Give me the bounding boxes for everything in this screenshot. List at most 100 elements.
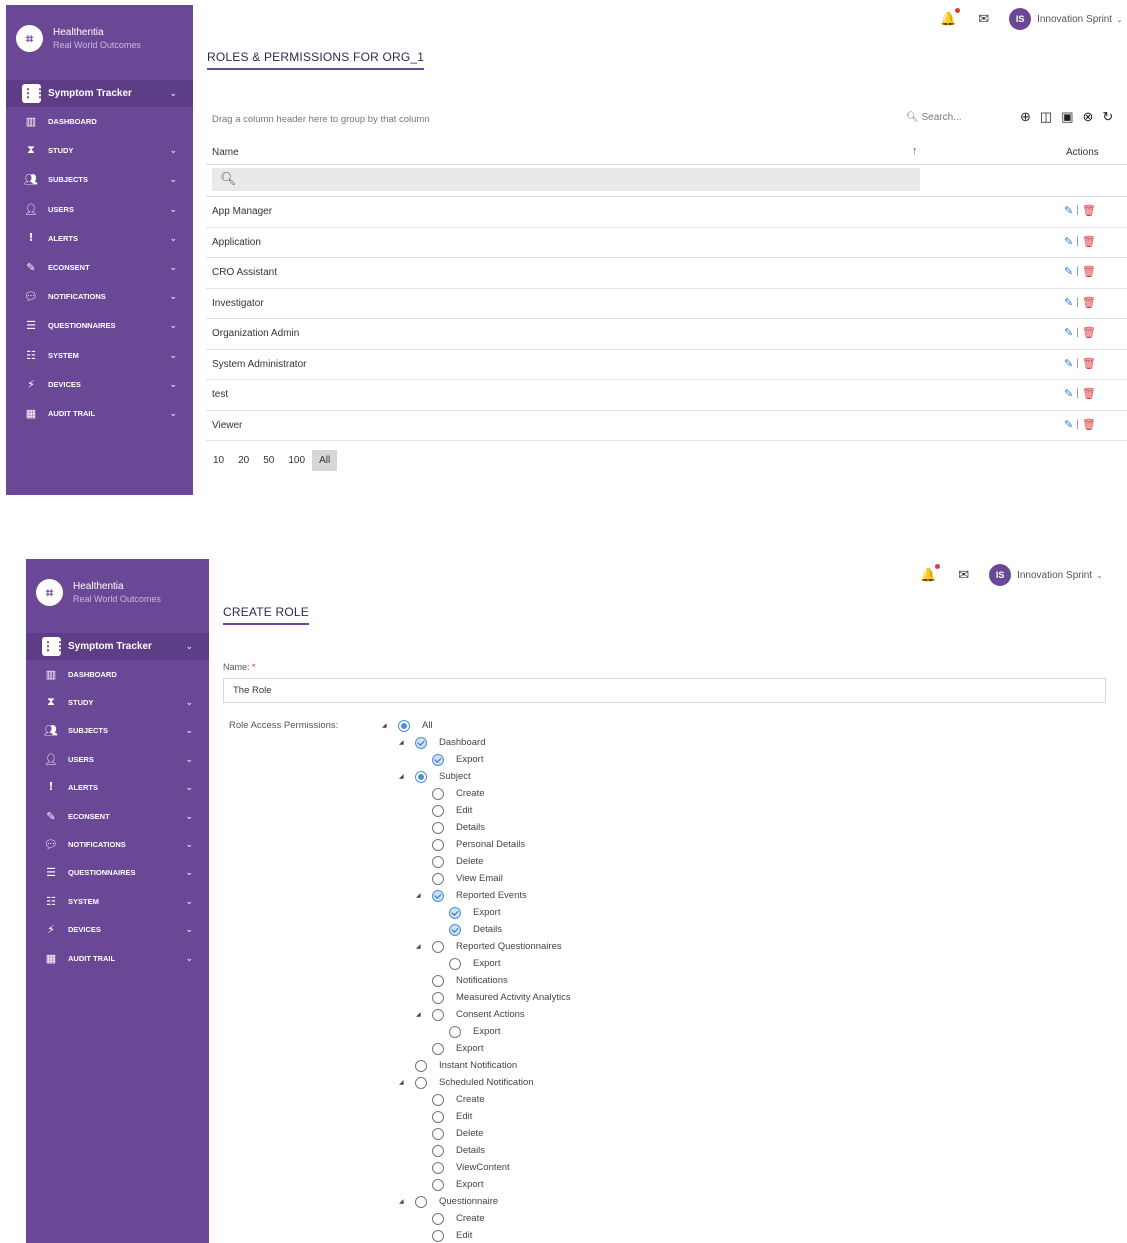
tree-node[interactable]: Delete xyxy=(432,853,483,870)
tree-node[interactable]: Scheduled Notification xyxy=(415,1074,534,1091)
permission-checkbox[interactable] xyxy=(449,957,461,970)
permission-checkbox[interactable] xyxy=(398,719,410,732)
table-row[interactable]: test ✎ | 🗑︎ xyxy=(206,380,1127,411)
sidebar-item-dashboard[interactable]: ▥ DASHBOARD xyxy=(6,107,193,136)
tree-node[interactable]: Questionnaire xyxy=(415,1193,498,1210)
tree-node[interactable]: Notifications xyxy=(432,972,508,989)
permission-checkbox[interactable] xyxy=(432,1042,444,1055)
permission-checkbox[interactable] xyxy=(432,974,444,987)
column-chooser-icon[interactable]: ◫ xyxy=(1040,109,1052,125)
sidebar-item-econsent[interactable]: ✎ ECONSENT ⌄ xyxy=(6,253,193,282)
sidebar-item-questionnaires[interactable]: ☰ QUESTIONNAIRES ⌄ xyxy=(6,311,193,340)
avatar[interactable]: IS xyxy=(1009,8,1032,30)
tree-node[interactable]: ViewContent xyxy=(432,1159,510,1176)
edit-icon[interactable]: ✎ xyxy=(1064,418,1073,431)
permission-checkbox[interactable] xyxy=(432,753,444,766)
tree-node[interactable]: Reported Events xyxy=(432,887,527,904)
permission-checkbox[interactable] xyxy=(432,1008,444,1021)
table-row[interactable]: App Manager ✎ | 🗑︎ xyxy=(206,197,1127,228)
table-row[interactable]: System Administrator ✎ | 🗑︎ xyxy=(206,350,1127,380)
page-size-option[interactable]: 50 xyxy=(256,450,281,471)
permission-checkbox[interactable] xyxy=(432,804,444,817)
permission-checkbox[interactable] xyxy=(449,906,461,919)
permission-checkbox[interactable] xyxy=(432,1144,444,1157)
permission-checkbox[interactable] xyxy=(432,1229,444,1242)
tree-expander-icon[interactable]: ◢ xyxy=(399,739,404,746)
tree-node[interactable]: Export xyxy=(449,904,500,921)
sidebar-item-devices[interactable]: ⚡︎ DEVICES ⌄ xyxy=(6,370,193,399)
tree-node[interactable]: Edit xyxy=(432,1227,472,1243)
permission-checkbox[interactable] xyxy=(415,770,427,783)
tree-node[interactable]: Create xyxy=(432,785,485,802)
permission-checkbox[interactable] xyxy=(432,838,444,851)
sort-asc-icon[interactable]: ↑ xyxy=(912,145,918,157)
tree-node[interactable]: Delete xyxy=(432,1125,483,1142)
mail-icon[interactable]: ✉ xyxy=(978,11,989,27)
clear-icon[interactable]: ⊗ xyxy=(1083,109,1094,125)
permission-checkbox[interactable] xyxy=(449,1025,461,1038)
delete-icon[interactable]: 🗑︎ xyxy=(1082,418,1096,431)
tree-expander-icon[interactable]: ◢ xyxy=(416,892,421,899)
edit-icon[interactable]: ✎ xyxy=(1064,326,1073,339)
page-size-option[interactable]: All xyxy=(312,450,338,471)
sidebar-item-subjects[interactable]: 👥︎ SUBJECTS ⌄ xyxy=(6,165,193,194)
delete-icon[interactable]: 🗑︎ xyxy=(1082,326,1096,339)
tree-node[interactable]: Create xyxy=(432,1091,485,1108)
tree-expander-icon[interactable]: ◢ xyxy=(399,1198,404,1205)
permission-checkbox[interactable] xyxy=(415,1059,427,1072)
delete-icon[interactable]: 🗑︎ xyxy=(1082,296,1096,309)
tree-node[interactable]: View Email xyxy=(432,870,503,887)
table-row[interactable]: CRO Assistant ✎ | 🗑︎ xyxy=(206,258,1127,289)
tree-node[interactable]: Create xyxy=(432,1210,485,1227)
permission-checkbox[interactable] xyxy=(415,736,427,749)
bell-icon[interactable]: 🔔 xyxy=(940,8,961,27)
permission-checkbox[interactable] xyxy=(432,1127,444,1140)
edit-icon[interactable]: ✎ xyxy=(1064,387,1073,400)
sidebar-item-study[interactable]: ⧗ STUDY ⌄ xyxy=(6,136,193,165)
tree-expander-icon[interactable]: ◢ xyxy=(382,722,387,729)
export-icon[interactable]: ▣ xyxy=(1061,109,1073,125)
tree-node[interactable]: Details xyxy=(449,921,502,938)
permission-checkbox[interactable] xyxy=(432,1110,444,1123)
permission-checkbox[interactable] xyxy=(449,923,461,936)
page-size-option[interactable]: 20 xyxy=(231,450,256,471)
permission-checkbox[interactable] xyxy=(432,991,444,1004)
sidebar-item-notifications[interactable]: 💬︎ NOTIFICATIONS ⌄ xyxy=(6,282,193,311)
add-icon[interactable]: ⊕ xyxy=(1020,109,1031,125)
tree-node[interactable]: Subject xyxy=(415,768,471,785)
permission-checkbox[interactable] xyxy=(415,1076,427,1089)
tree-node[interactable]: Details xyxy=(432,819,485,836)
tree-node[interactable]: Measured Activity Analytics xyxy=(432,989,571,1006)
group-panel-hint[interactable]: Drag a column header here to group by th… xyxy=(212,114,430,125)
page-size-option[interactable]: 10 xyxy=(206,450,231,471)
page-size-option[interactable]: 100 xyxy=(281,450,312,471)
symptom-tracker-selector[interactable]: ⋮⋮⋮ Symptom Tracker ⌄ xyxy=(6,80,193,107)
permission-checkbox[interactable] xyxy=(432,1178,444,1191)
user-name[interactable]: Innovation Sprint xyxy=(1037,14,1112,25)
chevron-down-icon[interactable]: ⌄ xyxy=(1116,15,1123,24)
permission-checkbox[interactable] xyxy=(432,1212,444,1225)
permission-checkbox[interactable] xyxy=(432,821,444,834)
permission-checkbox[interactable] xyxy=(432,889,444,902)
search-input[interactable]: 🔍︎ Search... xyxy=(906,112,962,123)
edit-icon[interactable]: ✎ xyxy=(1064,265,1073,278)
delete-icon[interactable]: 🗑︎ xyxy=(1082,235,1096,248)
tree-node[interactable]: Export xyxy=(432,751,483,768)
table-row[interactable]: Investigator ✎ | 🗑︎ xyxy=(206,289,1127,319)
sidebar-item-alerts[interactable]: ❗︎ ALERTS ⌄ xyxy=(6,224,193,253)
edit-icon[interactable]: ✎ xyxy=(1064,357,1073,370)
delete-icon[interactable]: 🗑︎ xyxy=(1082,204,1096,217)
tree-node[interactable]: Reported Questionnaires xyxy=(432,938,562,955)
tree-node[interactable]: Dashboard xyxy=(415,734,485,751)
tree-node[interactable]: Instant Notification xyxy=(415,1057,517,1074)
permission-checkbox[interactable] xyxy=(432,872,444,885)
brand[interactable]: ⌗ Healthentia Real World Outcomes xyxy=(16,25,141,52)
permission-checkbox[interactable] xyxy=(432,1161,444,1174)
tree-node[interactable]: Edit xyxy=(432,1108,472,1125)
tree-node[interactable]: Export xyxy=(449,955,500,972)
permission-checkbox[interactable] xyxy=(432,855,444,868)
delete-icon[interactable]: 🗑︎ xyxy=(1082,265,1096,278)
delete-icon[interactable]: 🗑︎ xyxy=(1082,357,1096,370)
tree-node[interactable]: All xyxy=(398,717,433,734)
tree-node[interactable]: Personal Details xyxy=(432,836,525,853)
